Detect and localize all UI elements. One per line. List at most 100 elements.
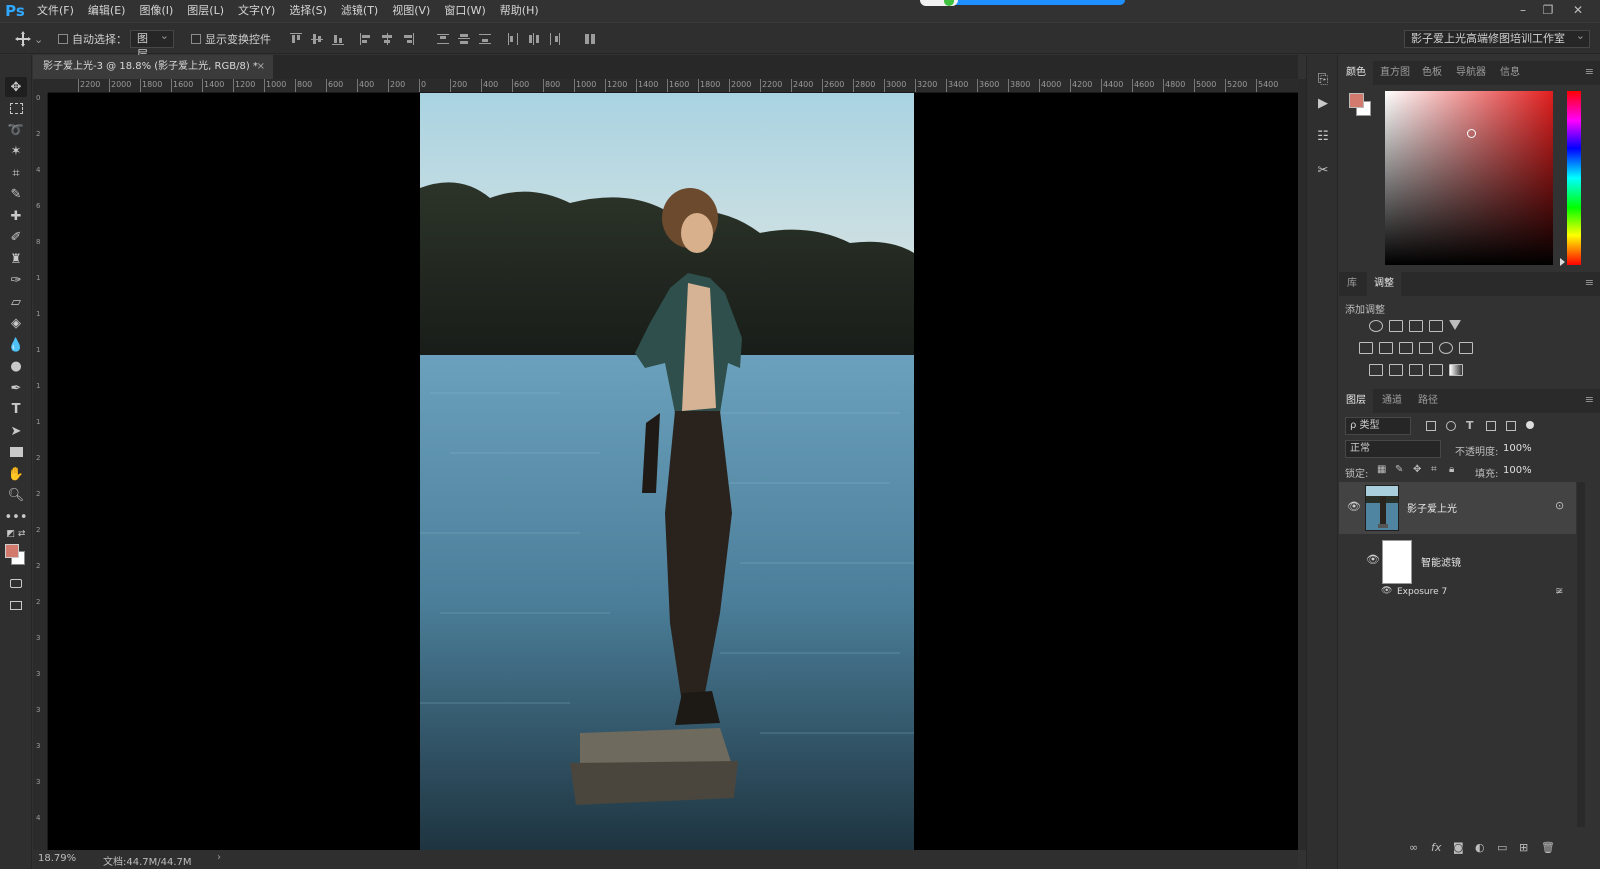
new-group-icon[interactable]: ▭ xyxy=(1497,841,1507,854)
link-layers-icon[interactable]: ∞ xyxy=(1409,841,1418,854)
distribute-left-icon[interactable] xyxy=(507,33,519,45)
black-white-icon[interactable] xyxy=(1399,342,1413,354)
quick-mask-icon[interactable] xyxy=(5,573,27,593)
layer-thumbnail[interactable] xyxy=(1365,485,1399,531)
align-bottom-icon[interactable] xyxy=(332,33,344,45)
channel-mixer-icon[interactable] xyxy=(1439,342,1453,354)
close-tab-icon[interactable]: × xyxy=(257,55,265,79)
close-window-button[interactable]: ✕ xyxy=(1566,0,1590,20)
add-mask-icon[interactable]: ◙ xyxy=(1453,841,1464,854)
lock-position-icon[interactable]: ✥ xyxy=(1413,465,1423,475)
menu-help[interactable]: 帮助(H) xyxy=(493,0,546,22)
marquee-tool-icon[interactable] xyxy=(5,98,27,118)
menu-filter[interactable]: 滤镜(T) xyxy=(334,0,385,22)
filter-eye-icon[interactable]: 👁︎ xyxy=(1381,586,1392,596)
threshold-icon[interactable] xyxy=(1409,364,1423,376)
tab-adjustments[interactable]: 调整 xyxy=(1367,272,1401,296)
dodge-tool-icon[interactable]: ● xyxy=(5,356,27,376)
auto-select-dropdown[interactable]: 图层 xyxy=(130,28,174,61)
brightness-contrast-icon[interactable] xyxy=(1369,320,1383,332)
hand-tool-icon[interactable]: ✋ xyxy=(5,464,27,484)
invert-icon[interactable] xyxy=(1369,364,1383,376)
eyedropper-tool-icon[interactable]: ✎ xyxy=(5,184,27,204)
horizontal-ruler[interactable]: 2200 2000 1800 1600 1400 1200 1000 800 600 400 200… xyxy=(48,79,1298,93)
tab-swatches[interactable]: 色板 xyxy=(1417,61,1447,85)
layer-filter-dropdown[interactable]: ρ 类型 xyxy=(1345,417,1411,435)
workspace-dropdown[interactable]: 影子爱上光高端修图培训工作室 xyxy=(1404,28,1590,48)
align-top-icon[interactable] xyxy=(290,33,302,45)
vertical-ruler[interactable]: 0 2 4 6 8 1 1 1 1 1 2 2 2 2 2 3 3 3 3 3 4 xyxy=(33,93,48,850)
menu-select[interactable]: 选择(S) xyxy=(282,0,334,22)
lock-all-icon[interactable]: 🔒︎ xyxy=(1449,465,1459,475)
levels-icon[interactable] xyxy=(1389,320,1403,332)
tab-layers[interactable]: 图层 xyxy=(1339,389,1373,413)
layer-row[interactable]: 👁︎ 影子爱上光 ⊙ xyxy=(1339,482,1576,534)
layer-style-icon[interactable]: fx xyxy=(1431,841,1441,854)
tab-libraries[interactable]: 库 xyxy=(1339,272,1365,296)
move-tool-icon[interactable]: ⌄ xyxy=(14,23,43,55)
document-canvas[interactable] xyxy=(48,93,1298,850)
adjust-panel-menu-icon[interactable]: ≡ xyxy=(1585,276,1594,289)
show-transform-checkbox[interactable] xyxy=(191,34,201,44)
filter-shape-icon[interactable] xyxy=(1486,421,1496,431)
brush-tool-icon[interactable]: ✐ xyxy=(5,227,27,247)
tab-channels[interactable]: 通道 xyxy=(1375,389,1409,413)
align-left-icon[interactable] xyxy=(360,33,372,45)
menu-edit[interactable]: 编辑(E) xyxy=(81,0,133,22)
distribute-top-icon[interactable] xyxy=(437,33,449,45)
layers-scrollbar[interactable] xyxy=(1577,482,1585,827)
align-hcenter-icon[interactable] xyxy=(381,33,393,45)
clone-stamp-tool-icon[interactable]: ♜ xyxy=(5,249,27,269)
tab-info[interactable]: 信息 xyxy=(1495,61,1525,85)
smart-filter-mask-thumbnail[interactable] xyxy=(1382,540,1412,584)
foreground-color-swatch[interactable] xyxy=(5,544,19,558)
color-picker-field[interactable] xyxy=(1385,91,1553,265)
distribute-right-icon[interactable] xyxy=(549,33,561,45)
align-vcenter-icon[interactable] xyxy=(311,33,323,45)
eraser-tool-icon[interactable]: ▱ xyxy=(5,292,27,312)
rectangle-tool-icon[interactable] xyxy=(5,442,27,462)
exposure-icon[interactable] xyxy=(1429,320,1443,332)
color-panel-menu-icon[interactable]: ≡ xyxy=(1585,65,1594,78)
default-colors-icon[interactable]: ◩ ⇄ xyxy=(5,524,27,544)
tab-paths[interactable]: 路径 xyxy=(1411,389,1445,413)
lasso-tool-icon[interactable]: ➰ xyxy=(5,120,27,140)
zoom-tool-icon[interactable]: 🔍︎ xyxy=(5,485,27,505)
blend-mode-dropdown[interactable]: 正常 xyxy=(1345,440,1441,458)
lock-image-icon[interactable]: ✎ xyxy=(1395,465,1405,475)
align-right-icon[interactable] xyxy=(402,33,414,45)
filter-smart-object-icon[interactable] xyxy=(1506,421,1516,431)
ruler-origin[interactable] xyxy=(33,79,48,93)
filter-pixel-icon[interactable] xyxy=(1426,421,1436,431)
menu-image[interactable]: 图像(I) xyxy=(132,0,180,22)
menu-layer[interactable]: 图层(L) xyxy=(180,0,231,22)
properties-panel-icon[interactable]: ☷ xyxy=(1313,126,1333,146)
smart-filter-eye-icon[interactable]: 👁︎ xyxy=(1366,553,1380,566)
distribute-vcenter-icon[interactable] xyxy=(458,33,470,45)
lock-artboard-icon[interactable]: ⌗ xyxy=(1431,465,1441,475)
brush-settings-icon[interactable]: ✂ xyxy=(1313,160,1333,180)
hue-saturation-icon[interactable] xyxy=(1359,342,1373,354)
type-tool-icon[interactable]: T xyxy=(5,399,27,419)
opacity-value[interactable]: 100% xyxy=(1503,443,1532,454)
new-adjustment-icon[interactable]: ◐ xyxy=(1475,841,1485,854)
fill-value[interactable]: 100% xyxy=(1503,465,1532,476)
filter-type-icon[interactable]: T xyxy=(1466,420,1476,431)
selective-color-icon[interactable] xyxy=(1429,364,1443,376)
canvas-vertical-scrollbar[interactable] xyxy=(1298,79,1306,850)
menu-file[interactable]: 文件(F) xyxy=(30,0,81,22)
delete-layer-icon[interactable]: 🗑︎ xyxy=(1541,841,1555,854)
screen-mode-icon[interactable] xyxy=(5,595,27,615)
layers-panel-menu-icon[interactable]: ≡ xyxy=(1585,393,1594,406)
zoom-level[interactable]: 18.79% xyxy=(38,853,76,864)
layer-name[interactable]: 影子爱上光 xyxy=(1407,500,1457,515)
move-tool-icon[interactable]: ✥ xyxy=(5,77,27,97)
status-menu-arrow-icon[interactable]: › xyxy=(217,852,221,863)
tab-navigator[interactable]: 导航器 xyxy=(1451,61,1491,85)
vibrance-icon[interactable] xyxy=(1449,320,1461,330)
distribute-bottom-icon[interactable] xyxy=(479,33,491,45)
menu-window[interactable]: 窗口(W) xyxy=(437,0,492,22)
crop-tool-icon[interactable]: ⌗ xyxy=(5,163,27,183)
filter-adjustment-icon[interactable] xyxy=(1446,421,1456,431)
curves-icon[interactable] xyxy=(1409,320,1423,332)
